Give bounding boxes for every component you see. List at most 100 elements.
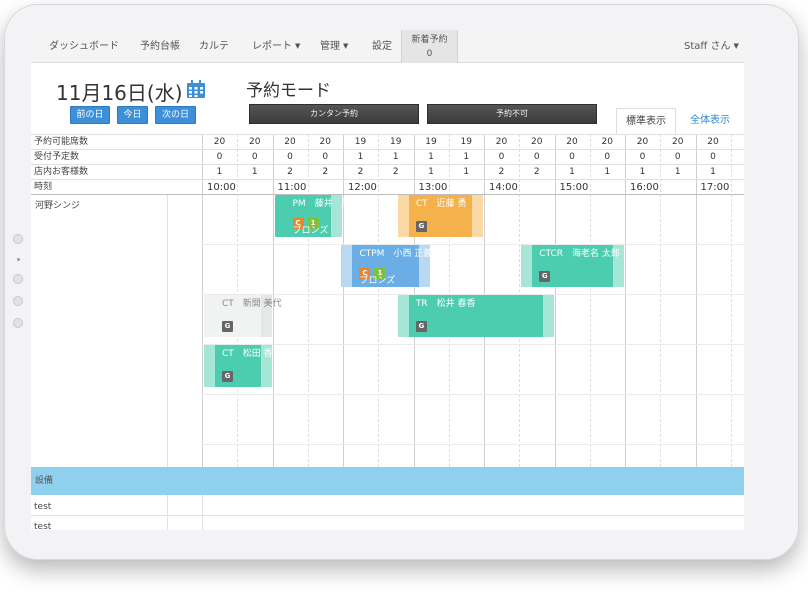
count-cell: 0 [710, 152, 716, 162]
user-menu[interactable]: Staff さん ▼ [684, 30, 739, 63]
booking-handle-left[interactable] [397, 195, 409, 237]
nav-reservation-book[interactable]: 予約台帳 [140, 30, 180, 63]
booking-handle-right[interactable] [472, 195, 483, 237]
count-cell: 20 [566, 137, 578, 147]
unavailable-button[interactable]: 予約不可 [427, 104, 597, 124]
count-cell: 1 [710, 167, 716, 177]
count-cell: 0 [569, 152, 575, 162]
booking-block[interactable]: CTPM 小西 正義 C 1 ブロンズ [341, 245, 432, 287]
calendar-icon[interactable] [186, 80, 206, 99]
tab-all-view[interactable]: 全体表示 [681, 108, 739, 134]
time-label: 15:00 [559, 182, 589, 193]
count-cell: 20 [636, 137, 649, 147]
schedule-grid: 予約可能席数 受付予定数 店内お客様数 時刻 20 20 20 20 19 19 19 19 2… [31, 134, 744, 530]
count-cell: 0 [533, 152, 540, 162]
guest-badge: G [222, 371, 233, 382]
count-cell: 0 [216, 152, 223, 162]
new-reservation-label: 新着予約 [411, 35, 448, 45]
booking-block[interactable]: CT 松田 香 G [204, 345, 273, 387]
count-cell: 0 [639, 152, 646, 162]
count-cell: 2 [498, 167, 505, 177]
booking-handle-right[interactable] [542, 295, 554, 337]
half-hour-gridline [660, 134, 662, 467]
time-label: 16:00 [630, 182, 659, 193]
booking-block[interactable]: CT 新開 美代 G [204, 295, 282, 337]
today-button[interactable]: 今日 [117, 106, 148, 124]
count-cell: 20 [284, 137, 296, 147]
half-hour-gridline [730, 134, 732, 467]
half-hour-gridline [307, 134, 309, 467]
booking-handle-left[interactable] [204, 345, 215, 387]
count-cell: 1 [251, 167, 258, 177]
booking-badges: C1 [292, 210, 323, 229]
booking-block[interactable]: TR 松井 春香 G [397, 295, 554, 337]
app-screen: ダッシュボード 予約台帳 カルテ レポート ▼ 管理 ▼ 設定 新着予約 0 Sta… [31, 30, 744, 530]
count-cell: 1 [216, 167, 223, 177]
booking-block[interactable]: CT 近藤 勇 G [397, 195, 483, 237]
hour-gridline [625, 134, 626, 467]
booking-handle-left[interactable] [341, 245, 353, 287]
tab-standard-view[interactable]: 標準表示 [616, 108, 676, 134]
nav-dashboard[interactable]: ダッシュボード [49, 30, 119, 63]
time-label: 17:00 [700, 182, 730, 193]
booking-block[interactable]: CTCR 海老名 太郎 G [521, 245, 624, 287]
count-cell: 0 [251, 152, 258, 162]
hour-gridline [695, 134, 697, 467]
booking-handle-left[interactable] [521, 245, 533, 287]
staff-name: 河野シンジ [35, 201, 81, 211]
time-label: 10:00 [207, 182, 236, 193]
nav-new-reservations[interactable]: 新着予約 0 [401, 30, 458, 63]
guest-badge: G [539, 271, 551, 282]
equipment-section-bar: 設備 [31, 467, 744, 495]
nav-settings[interactable]: 設定 [372, 30, 392, 63]
count-cell: 1 [569, 167, 575, 177]
label-column-divider [167, 495, 168, 530]
label-column-divider [202, 495, 203, 530]
guest-badge: G [222, 321, 233, 332]
row-divider [31, 515, 744, 516]
next-day-button[interactable]: 次の日 [155, 106, 196, 124]
count-cell: 1 [392, 152, 399, 162]
half-hour-gridline [589, 134, 591, 467]
count-cell: 20 [213, 137, 226, 147]
count-cell: 19 [390, 137, 402, 147]
count-cell: 20 [319, 137, 331, 147]
booking-title: CT 松田 香 [222, 349, 273, 359]
nav-karte[interactable]: カルテ [199, 30, 229, 63]
hour-gridline [202, 134, 203, 467]
caret-down-icon: ▼ [295, 42, 301, 50]
row-divider [31, 179, 744, 180]
nav-report[interactable]: レポート ▼ [252, 30, 300, 63]
count-cell: 1 [428, 152, 434, 162]
hour-gridline [554, 134, 556, 467]
count-cell: 20 [707, 137, 719, 147]
tablet-button [13, 274, 23, 284]
booking-handle-left[interactable] [397, 295, 409, 337]
lane-divider [202, 394, 744, 395]
easy-booking-button[interactable]: カンタン予約 [249, 104, 419, 124]
equipment-row[interactable]: test [34, 502, 51, 512]
booking-title: TR 松井 春香 [415, 299, 476, 309]
equipment-label: 設備 [35, 476, 54, 486]
count-cell: 0 [604, 152, 611, 162]
equipment-row[interactable]: test [34, 522, 51, 530]
count-cell: 19 [460, 137, 472, 147]
count-cell: 20 [672, 137, 684, 147]
count-cell: 1 [463, 167, 470, 177]
count-cell: 2 [392, 167, 399, 177]
count-cell: 0 [322, 152, 329, 162]
count-cell: 0 [287, 152, 293, 162]
booking-block[interactable]: PM 藤井 誠 C 1 ブロンズ [274, 195, 351, 237]
count-cell: 20 [495, 137, 508, 147]
hour-gridline [343, 134, 344, 467]
prev-day-button[interactable]: 前の日 [70, 106, 110, 124]
booking-title: PM 藤井 誠 [292, 199, 351, 209]
caret-down-icon: ▼ [733, 42, 739, 50]
time-label: 14:00 [489, 182, 518, 193]
lane-divider [202, 244, 744, 245]
row-label-time: 時刻 [34, 182, 53, 192]
nav-admin[interactable]: 管理 ▼ [320, 30, 348, 63]
count-cell: 20 [249, 137, 261, 147]
count-cell: 1 [604, 167, 611, 177]
customer-rank: ブロンズ [292, 226, 329, 236]
